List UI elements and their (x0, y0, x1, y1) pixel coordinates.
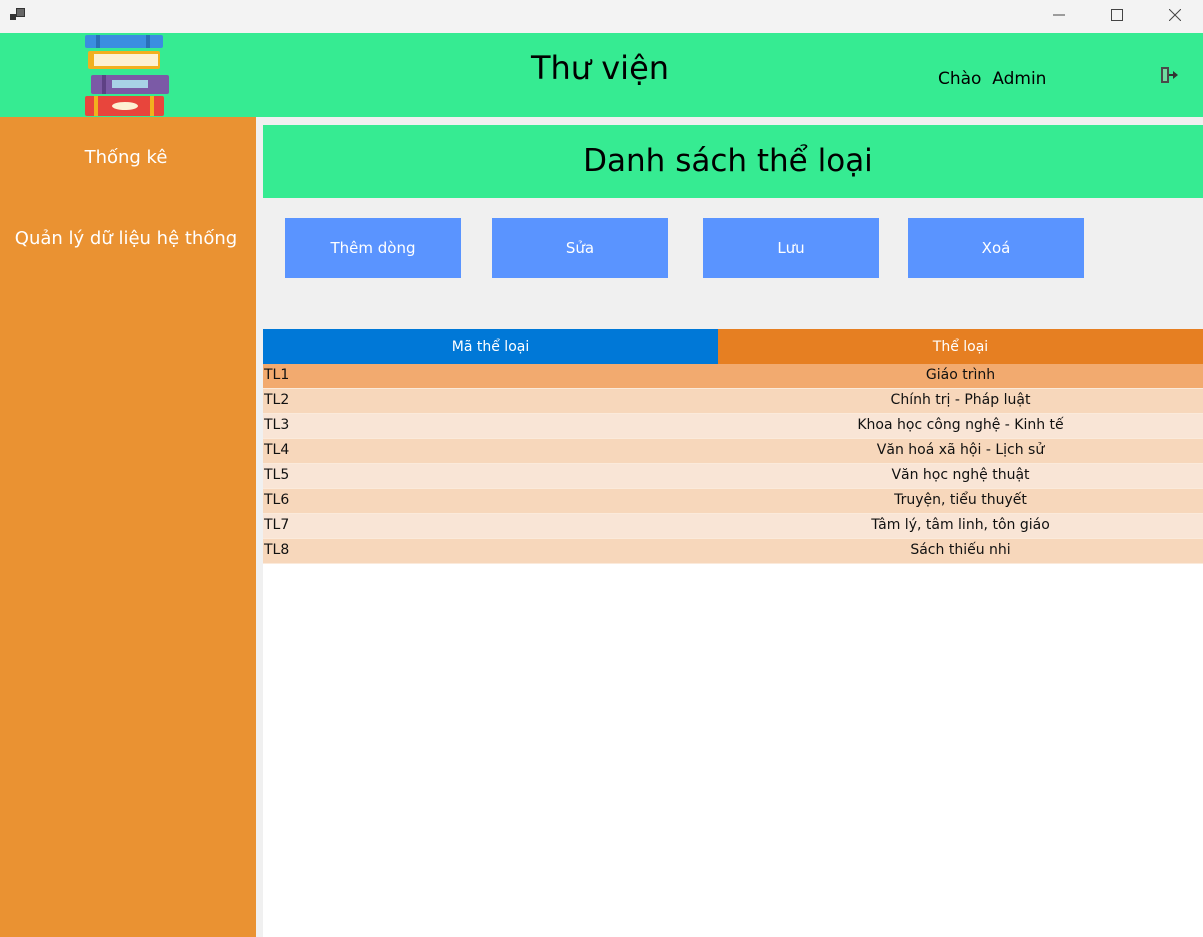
cell-category-name[interactable]: Tâm lý, tâm linh, tôn giáo (718, 517, 1203, 533)
maximize-button[interactable] (1088, 0, 1146, 30)
table-row[interactable]: TL7 Tâm lý, tâm linh, tôn giáo (263, 514, 1203, 539)
cell-category-name[interactable]: Sách thiếu nhi (718, 542, 1203, 558)
cell-category-name[interactable]: Khoa học công nghệ - Kinh tế (718, 417, 1203, 433)
cell-category-id[interactable]: TL7 (264, 517, 289, 533)
table-row[interactable]: TL6 Truyện, tiểu thuyết (263, 489, 1203, 514)
save-button[interactable]: Lưu (703, 218, 879, 278)
cell-category-id[interactable]: TL2 (264, 392, 289, 408)
sidebar-item-statistics[interactable]: Thống kê (0, 147, 252, 168)
app-title: Thư viện (530, 49, 670, 87)
table-body: TL1 Giáo trình TL2 Chính trị - Pháp luật TL3… (263, 364, 1203, 564)
sidebar: Thống kê Quản lý dữ liệu hệ thống (0, 117, 256, 937)
logout-icon[interactable] (1158, 65, 1180, 85)
cell-category-id[interactable]: TL4 (264, 442, 289, 458)
cell-category-id[interactable]: TL5 (264, 467, 289, 483)
table-row[interactable]: TL8 Sách thiếu nhi (263, 539, 1203, 564)
app-window-icon (10, 8, 25, 20)
cell-category-id[interactable]: TL3 (264, 417, 289, 433)
user-greeting: Chào Admin (938, 69, 1047, 89)
table-row[interactable]: TL2 Chính trị - Pháp luật (263, 389, 1203, 414)
column-header-id[interactable]: Mã thể loại (263, 329, 718, 364)
edit-button[interactable]: Sửa (492, 218, 668, 278)
column-header-category[interactable]: Thể loại (718, 329, 1203, 364)
book-stack-logo (85, 35, 169, 116)
minimize-button[interactable] (1030, 0, 1088, 30)
cell-category-id[interactable]: TL6 (264, 492, 289, 508)
cell-category-name[interactable]: Truyện, tiểu thuyết (718, 492, 1203, 508)
cell-category-name[interactable]: Giáo trình (718, 367, 1203, 383)
cell-category-name[interactable]: Văn học nghệ thuật (718, 467, 1203, 483)
maximize-icon (1111, 9, 1123, 21)
section-banner: Danh sách thể loại (263, 125, 1203, 198)
table-row[interactable]: TL5 Văn học nghệ thuật (263, 464, 1203, 489)
table-row[interactable]: TL1 Giáo trình (263, 364, 1203, 389)
page-title: Danh sách thể loại (583, 143, 873, 179)
sidebar-item-data-management[interactable]: Quản lý dữ liệu hệ thống (0, 228, 252, 249)
add-row-button[interactable]: Thêm dòng (285, 218, 461, 278)
table-row[interactable]: TL4 Văn hoá xã hội - Lịch sử (263, 439, 1203, 464)
cell-category-name[interactable]: Văn hoá xã hội - Lịch sử (718, 442, 1203, 458)
cell-category-id[interactable]: TL8 (264, 542, 289, 558)
cell-category-id[interactable]: TL1 (264, 367, 289, 383)
window-titlebar (0, 0, 1203, 33)
category-table[interactable]: Mã thể loại Thể loại TL1 Giáo trình TL2 Chí… (263, 329, 1203, 937)
app-header: Thư viện Chào Admin (0, 33, 1203, 117)
close-icon (1169, 9, 1181, 21)
cell-category-name[interactable]: Chính trị - Pháp luật (718, 392, 1203, 408)
table-row[interactable]: TL3 Khoa học công nghệ - Kinh tế (263, 414, 1203, 439)
close-button[interactable] (1146, 0, 1203, 30)
minimize-icon (1053, 14, 1065, 16)
delete-button[interactable]: Xoá (908, 218, 1084, 278)
table-header: Mã thể loại Thể loại (263, 329, 1203, 364)
